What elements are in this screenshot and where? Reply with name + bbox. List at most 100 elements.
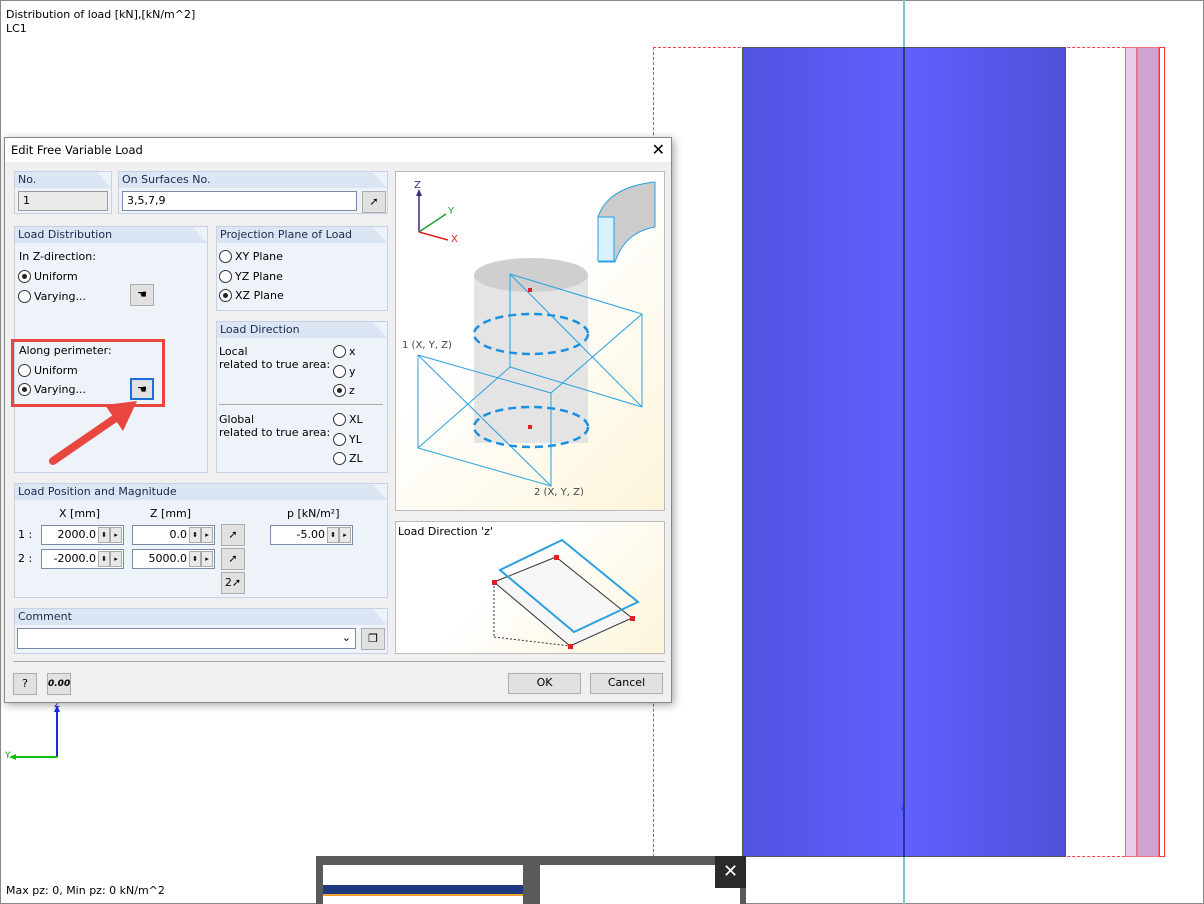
group-comment: Comment ⌄ ❐ (14, 608, 388, 654)
side-strip (1125, 47, 1137, 857)
x2-input[interactable]: -2000.0 ⬍ ▸ (41, 549, 124, 569)
thumbnail-window-1[interactable] (323, 865, 523, 904)
row-2-label: 2 : (18, 552, 33, 565)
radio-yz-plane[interactable]: YZ Plane (219, 270, 283, 283)
p-input[interactable]: -5.00 ⬍ ▸ (270, 525, 353, 545)
radio-label: YL (349, 433, 362, 446)
local-label: Local (219, 345, 248, 358)
pick-cursor-icon: ➚ (228, 552, 238, 565)
group-direction-label: Load Direction (217, 322, 387, 338)
edit-free-variable-load-dialog: Edit Free Variable Load ✕ No. 1 On Surfa… (4, 137, 672, 703)
status-text: Max pz: 0, Min pz: 0 kN/m^2 (6, 884, 165, 897)
edit-perimeter-variation-button[interactable]: ☚ (130, 378, 154, 400)
pick-two-points-button[interactable]: 2➚ (221, 572, 245, 594)
radio-local-y[interactable]: y (333, 365, 356, 378)
value: -2000.0 (53, 552, 96, 565)
global-label: Global (219, 413, 255, 426)
radio-label: Varying... (34, 290, 86, 303)
radio-label: Varying... (34, 383, 86, 396)
group-comment-label: Comment (15, 609, 387, 625)
z-direction-label: In Z-direction: (19, 250, 96, 263)
value: 2000.0 (57, 528, 97, 541)
group-load-direction: Load Direction Local related to true are… (216, 321, 388, 473)
hand-edit-icon: ☚ (137, 288, 147, 301)
z1-input[interactable]: 0.0 ⬍ ▸ (132, 525, 215, 545)
fig-axis-y: Y (448, 206, 455, 217)
group-surfaces-label: On Surfaces No. (119, 172, 387, 188)
radio-local-z[interactable]: z (333, 384, 355, 397)
comment-input[interactable]: ⌄ (17, 628, 356, 649)
comment-library-button[interactable]: ❐ (361, 628, 385, 650)
radio-global-xl[interactable]: XL (333, 413, 363, 426)
radio-global-zl[interactable]: ZL (333, 452, 363, 465)
units-button[interactable]: 0.00 (47, 673, 71, 695)
value: -5.00 (296, 528, 325, 541)
radio-z-varying[interactable]: Varying... (18, 290, 86, 303)
svg-text:z: z (901, 803, 905, 812)
hand-edit-icon: ☚ (137, 383, 147, 396)
radio-label: Uniform (34, 270, 78, 283)
group-no: No. 1 (14, 171, 112, 214)
group-surfaces: On Surfaces No. 3,5,7,9 ➚ (118, 171, 388, 214)
column-p-header: p [kN/m²] (287, 507, 340, 520)
x1-input[interactable]: 2000.0 ⬍ ▸ (41, 525, 124, 545)
group-position-label: Load Position and Magnitude (15, 484, 387, 500)
load-case: LC1 (6, 22, 27, 35)
radio-perimeter-varying[interactable]: Varying... (18, 383, 86, 396)
radio-label: XY Plane (235, 250, 283, 263)
point-2-label: 2 (X, Y, Z) (534, 487, 584, 498)
divider (219, 404, 383, 405)
group-projection-label: Projection Plane of Load (217, 227, 387, 243)
plate-load-diagram (492, 538, 640, 649)
z2-input[interactable]: 5000.0 ⬍ ▸ (132, 549, 215, 569)
no-field: 1 (18, 191, 108, 211)
surfaces-input[interactable]: 3,5,7,9 (122, 191, 357, 211)
perimeter-label: Along perimeter: (19, 344, 112, 357)
fig-axis-z: Z (414, 180, 421, 191)
taskbar-preview: ✕ (316, 856, 746, 904)
side-strip (1137, 47, 1159, 857)
preview-close-button[interactable]: ✕ (715, 856, 746, 888)
pick-surfaces-button[interactable]: ➚ (362, 191, 386, 213)
radio-perimeter-uniform[interactable]: Uniform (18, 364, 78, 377)
global-sub-label: related to true area: (219, 426, 331, 439)
load-direction-figure: Load Direction 'z' (395, 521, 665, 654)
ok-button[interactable]: OK (508, 673, 581, 694)
radio-label: XL (349, 413, 363, 426)
radio-xz-plane[interactable]: XZ Plane (219, 289, 284, 302)
radio-global-yl[interactable]: YL (333, 433, 362, 446)
radio-xy-plane[interactable]: XY Plane (219, 250, 283, 263)
group-projection-plane: Projection Plane of Load XY Plane YZ Pla… (216, 226, 388, 311)
radio-z-uniform[interactable]: Uniform (18, 270, 78, 283)
diagram-title: Distribution of load [kN],[kN/m^2] (6, 8, 196, 21)
chevron-down-icon: ⌄ (341, 631, 351, 644)
radio-label: YZ Plane (235, 270, 283, 283)
side-strip (1159, 47, 1165, 857)
edit-z-variation-button[interactable]: ☚ (130, 284, 154, 306)
stack-icon: ❐ (368, 632, 378, 645)
help-button[interactable]: ? (13, 673, 37, 695)
fig-axis-x: X (451, 234, 458, 245)
thumbnail-window-2[interactable] (540, 865, 740, 904)
close-icon[interactable]: ✕ (652, 140, 665, 159)
pick-point-1-button[interactable]: ➚ (221, 524, 245, 546)
pick-cursor-icon: ➚ (369, 195, 379, 208)
help-icon: ? (22, 677, 28, 690)
pick-point-2-button[interactable]: ➚ (221, 548, 245, 570)
units-icon: 0.00 (48, 679, 71, 689)
point-1-label: 1 (X, Y, Z) (402, 340, 452, 351)
direction-figure-title: Load Direction 'z' (398, 525, 493, 538)
local-sub-label: related to true area: (219, 358, 331, 371)
radio-local-x[interactable]: x (333, 345, 356, 358)
local-axis-icon: z (901, 803, 905, 857)
red-arrow-icon (49, 401, 137, 465)
value: 0.0 (169, 528, 188, 541)
group-load-distribution-label: Load Distribution (15, 227, 207, 243)
group-load-distribution: Load Distribution In Z-direction: Unifor… (11, 226, 208, 473)
cancel-button[interactable]: Cancel (590, 673, 663, 694)
group-load-position: Load Position and Magnitude X [mm] Z [mm… (14, 483, 388, 598)
radio-label: y (349, 365, 356, 378)
dialog-title: Edit Free Variable Load (11, 143, 143, 157)
radio-label: z (349, 384, 355, 397)
footer-divider (13, 661, 665, 662)
